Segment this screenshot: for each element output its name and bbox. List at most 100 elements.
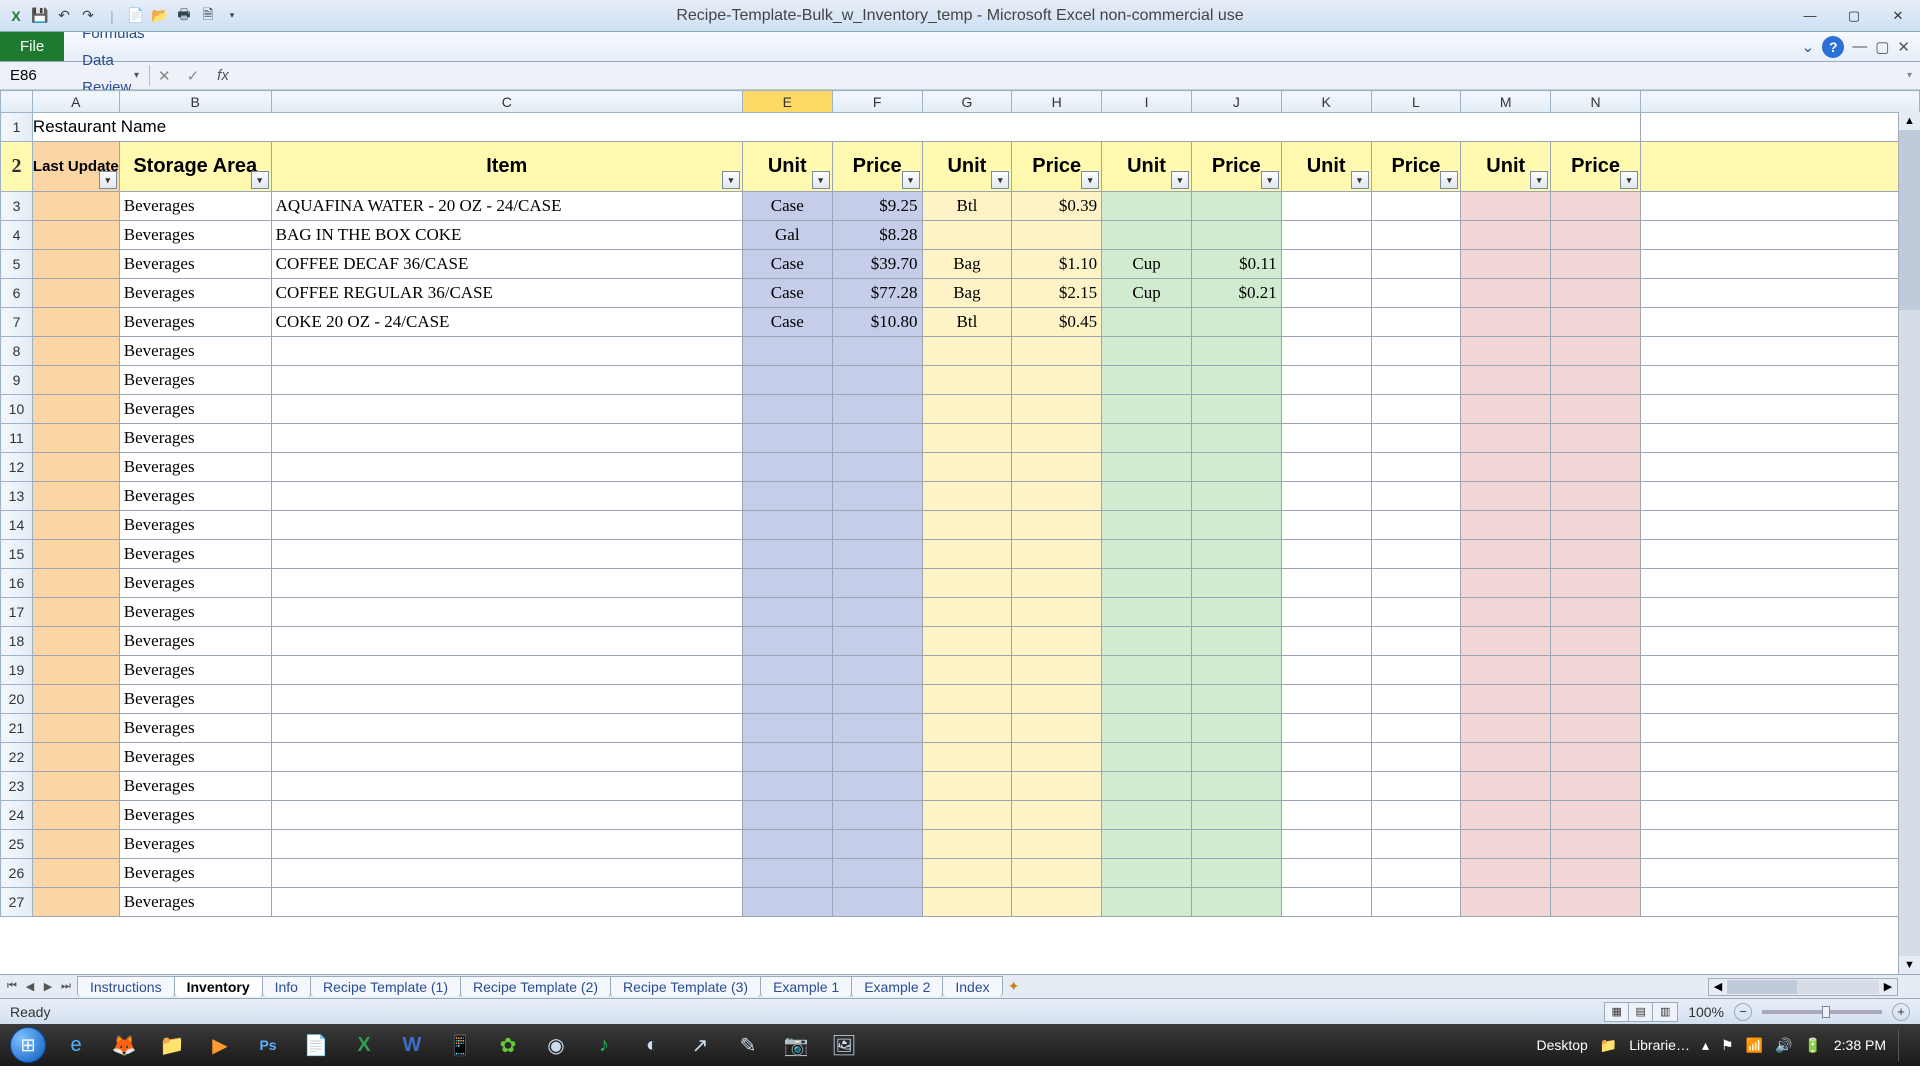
page-layout-view-icon[interactable]: ▤: [1629, 1003, 1653, 1021]
cell[interactable]: [32, 714, 119, 743]
table-row[interactable]: 23Beverages: [1, 772, 1920, 801]
row-header-24[interactable]: 24: [1, 801, 33, 830]
cell-price-4[interactable]: [1371, 598, 1461, 627]
tab-first-icon[interactable]: ⏮: [4, 980, 20, 993]
cell-price-4[interactable]: [1371, 279, 1461, 308]
cell-price-4[interactable]: [1371, 540, 1461, 569]
header-storage-area[interactable]: Storage Area▾: [119, 142, 271, 192]
select-all-corner[interactable]: [1, 91, 33, 113]
cell-price-2[interactable]: [1012, 453, 1102, 482]
cell-storage[interactable]: Beverages: [119, 511, 271, 540]
cell[interactable]: [32, 482, 119, 511]
cell-tail[interactable]: [1640, 598, 1919, 627]
cell-unit-2[interactable]: [922, 714, 1012, 743]
cell-price-4[interactable]: [1371, 743, 1461, 772]
cell-price-2[interactable]: [1012, 221, 1102, 250]
cell[interactable]: [32, 743, 119, 772]
cell-unit-3[interactable]: [1102, 482, 1192, 511]
header-price-3[interactable]: Price▾: [1012, 142, 1102, 192]
cell[interactable]: [32, 250, 119, 279]
cell-price-5[interactable]: [1551, 424, 1641, 453]
row-header-15[interactable]: 15: [1, 540, 33, 569]
zoom-out-icon[interactable]: −: [1734, 1003, 1752, 1021]
cell-item[interactable]: [271, 772, 742, 801]
cell-unit-1[interactable]: [742, 656, 832, 685]
row-header-2[interactable]: 2: [1, 142, 33, 192]
cell-price-3[interactable]: [1191, 627, 1281, 656]
cell-storage[interactable]: Beverages: [119, 395, 271, 424]
notepad-icon[interactable]: 📄: [292, 1026, 340, 1064]
cell-price-3[interactable]: [1191, 569, 1281, 598]
sheet-tab-example-2[interactable]: Example 2: [851, 976, 943, 997]
undo-icon[interactable]: ↶: [54, 6, 74, 26]
cell[interactable]: [32, 221, 119, 250]
cell-item[interactable]: [271, 511, 742, 540]
cell-item[interactable]: [271, 540, 742, 569]
cell-price-1[interactable]: $8.28: [832, 221, 922, 250]
cell-price-2[interactable]: [1012, 888, 1102, 917]
row-header-4[interactable]: 4: [1, 221, 33, 250]
cell-storage[interactable]: Beverages: [119, 308, 271, 337]
sheet-tab-recipe-template-3-[interactable]: Recipe Template (3): [610, 976, 761, 997]
cell-item[interactable]: BAG IN THE BOX COKE: [271, 221, 742, 250]
cell-unit-3[interactable]: [1102, 424, 1192, 453]
cell-price-3[interactable]: [1191, 453, 1281, 482]
table-row[interactable]: 10 Beverages: [1, 395, 1920, 424]
cell-tail[interactable]: [1640, 192, 1919, 221]
cell-unit-4[interactable]: [1281, 685, 1371, 714]
cell-price-2[interactable]: $2.15: [1012, 279, 1102, 308]
row-header-21[interactable]: 21: [1, 714, 33, 743]
cell-price-3[interactable]: [1191, 308, 1281, 337]
zoom-slider[interactable]: [1762, 1010, 1882, 1014]
enter-formula-icon[interactable]: ✓: [179, 67, 208, 85]
filter-icon[interactable]: ▾: [1171, 171, 1189, 189]
table-row[interactable]: 5BeveragesCOFFEE DECAF 36/CASECase$39.70…: [1, 250, 1920, 279]
app-icon-2[interactable]: ✿: [484, 1026, 532, 1064]
cell-price-5[interactable]: [1551, 888, 1641, 917]
sheet-tab-example-1[interactable]: Example 1: [760, 976, 852, 997]
cell-price-4[interactable]: [1371, 221, 1461, 250]
cell[interactable]: [32, 888, 119, 917]
cell-unit-2[interactable]: [922, 859, 1012, 888]
cell-unit-4[interactable]: [1281, 308, 1371, 337]
cell-price-3[interactable]: [1191, 337, 1281, 366]
cell-unit-4[interactable]: [1281, 888, 1371, 917]
cell-price-4[interactable]: [1371, 192, 1461, 221]
cell-unit-3[interactable]: [1102, 192, 1192, 221]
cell-unit-4[interactable]: [1281, 540, 1371, 569]
tray-expand-icon[interactable]: ▴: [1702, 1037, 1709, 1054]
cell[interactable]: [32, 627, 119, 656]
col-header-H[interactable]: H: [1012, 91, 1102, 113]
cell-unit-1[interactable]: [742, 772, 832, 801]
sheet-tab-instructions[interactable]: Instructions: [77, 976, 175, 997]
cell-price-2[interactable]: [1012, 598, 1102, 627]
filter-icon[interactable]: ▾: [812, 171, 830, 189]
header-item[interactable]: Item▾: [271, 142, 742, 192]
cell-item[interactable]: [271, 685, 742, 714]
cell-price-4[interactable]: [1371, 888, 1461, 917]
chrome-icon[interactable]: ◉: [532, 1026, 580, 1064]
cell-unit-3[interactable]: [1102, 859, 1192, 888]
col-header-[interactable]: [1640, 91, 1919, 113]
filter-icon[interactable]: ▾: [1351, 171, 1369, 189]
row-header-10[interactable]: 10: [1, 395, 33, 424]
cell-item[interactable]: [271, 656, 742, 685]
filter-icon[interactable]: ▾: [99, 171, 117, 189]
cell-price-2[interactable]: [1012, 714, 1102, 743]
cell-price-1[interactable]: [832, 337, 922, 366]
cell-price-2[interactable]: [1012, 511, 1102, 540]
cell-unit-4[interactable]: [1281, 250, 1371, 279]
cell-price-2[interactable]: [1012, 569, 1102, 598]
table-row[interactable]: 21Beverages: [1, 714, 1920, 743]
cell-unit-5[interactable]: [1461, 308, 1551, 337]
cell-unit-4[interactable]: [1281, 221, 1371, 250]
cell-unit-1[interactable]: [742, 337, 832, 366]
cell-price-3[interactable]: [1191, 424, 1281, 453]
cell-price-3[interactable]: [1191, 598, 1281, 627]
cell-unit-5[interactable]: [1461, 830, 1551, 859]
cell-item[interactable]: [271, 830, 742, 859]
cell-price-4[interactable]: [1371, 569, 1461, 598]
cell-storage[interactable]: Beverages: [119, 627, 271, 656]
row-header-13[interactable]: 13: [1, 482, 33, 511]
cell-item[interactable]: COFFEE REGULAR 36/CASE: [271, 279, 742, 308]
